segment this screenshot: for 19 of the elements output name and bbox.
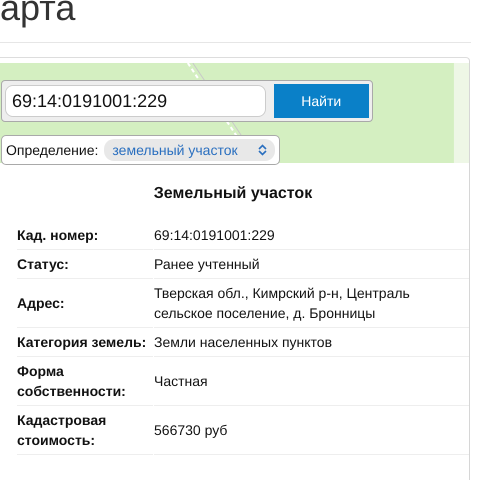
field-label: Кадастровая стоимость:	[17, 406, 153, 455]
chevron-updown-icon	[258, 144, 267, 156]
field-label: Категория земель:	[17, 328, 153, 357]
field-label: Кад. номер:	[17, 221, 153, 250]
field-label: Форма собственности:	[17, 357, 153, 406]
field-label: Адрес:	[17, 279, 153, 328]
field-value: Тверская обл., Кимрский р-н, Централь сельское поселение, д. Бронницы	[154, 279, 469, 328]
page-title: арта	[0, 0, 76, 30]
cadastral-number-field[interactable]: 69:14:0191001:229	[5, 85, 266, 117]
field-value: Частная	[154, 357, 469, 406]
definition-label: Определение:	[6, 142, 98, 158]
field-value: Ранее учтенный	[154, 250, 469, 279]
field-value: Земли населенных пунктов	[154, 328, 469, 357]
find-button[interactable]: Найти	[274, 84, 369, 118]
card-title: Земельный участок	[152, 185, 314, 203]
field-value: 69:14:0191001:229	[154, 221, 469, 250]
field-value: 566730 руб	[154, 406, 469, 455]
definition-select[interactable]: земельный участок	[104, 139, 275, 161]
field-label: Статус:	[17, 250, 153, 279]
